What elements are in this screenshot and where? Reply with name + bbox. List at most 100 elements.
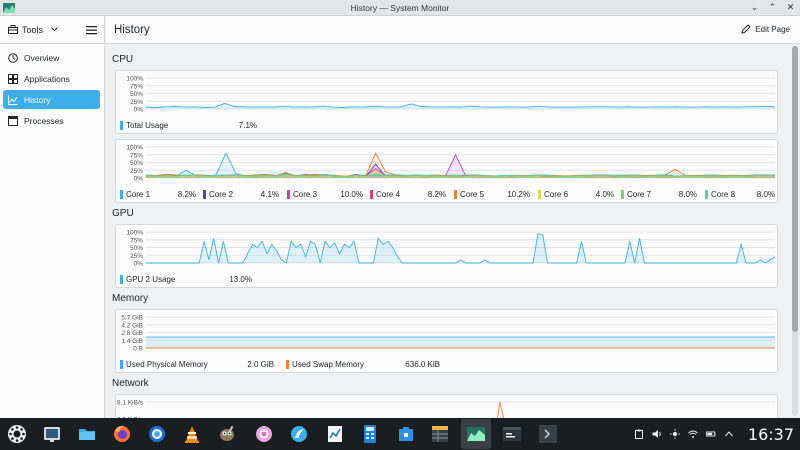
gimp-icon[interactable] <box>215 422 239 446</box>
gpu-chart: 100%75%50%25%0% <box>126 230 776 268</box>
cpu-total-chart: 100%75%50%25%0% <box>126 76 776 114</box>
legend-name: Core 6 <box>544 190 569 199</box>
krita-icon[interactable] <box>252 422 276 446</box>
sidebar-item-processes[interactable]: Processes <box>3 111 100 130</box>
file-manager-icon[interactable] <box>75 422 99 446</box>
legend-core-4: Core 4 8.2% <box>370 190 454 199</box>
konsole-icon[interactable] <box>500 422 524 446</box>
legend-name: Core 4 <box>376 190 401 199</box>
tick-label: 2.8 GiB <box>121 330 143 337</box>
legend-name: Core 1 <box>126 190 151 199</box>
vertical-scrollbar[interactable] <box>792 46 798 416</box>
scrollbar-thumb[interactable] <box>792 46 798 332</box>
tick-label: 0% <box>134 176 144 183</box>
legend-swatch <box>120 360 123 369</box>
section-title-cpu: CPU <box>112 54 134 65</box>
minimize-icon[interactable]: ⌄ <box>749 2 760 13</box>
legend-swatch <box>454 190 457 199</box>
legend-value: 4.0% <box>595 190 614 199</box>
thunderbird-icon[interactable] <box>145 422 169 446</box>
legend-name: Core 3 <box>293 190 318 199</box>
tick-label: 50% <box>130 160 143 167</box>
tick-label: 50% <box>130 91 143 98</box>
discover-icon[interactable] <box>287 422 311 446</box>
tick-label: 75% <box>130 237 143 244</box>
legend-value: 8.2% <box>177 190 196 199</box>
close-icon[interactable]: ✕ <box>785 2 796 13</box>
page-header: History Edit Page <box>106 16 800 44</box>
maximize-icon[interactable]: ⌃ <box>767 2 778 13</box>
series-used-physical-memory-area <box>146 337 775 348</box>
cpu-cores-card: 100% 75% 50% 25% 0% Core 1 8.2% Core 2 4.1% Co… <box>115 139 778 203</box>
overview-icon <box>8 52 18 63</box>
sidebar-item-applications[interactable]: Applications <box>3 69 100 88</box>
tools-label: Tools <box>22 24 44 35</box>
legend-name: Used Physical Memory <box>126 360 208 369</box>
legend-value: 13.0% <box>229 275 252 284</box>
legend-swatch <box>705 190 708 199</box>
tick-label: 75% <box>130 152 143 159</box>
terminal-icon[interactable] <box>536 422 560 446</box>
legend-name: Core 8 <box>711 190 736 199</box>
cpu-total-legend: Total Usage 7.1% <box>120 121 257 130</box>
tick-label: 0% <box>134 107 144 114</box>
spreadsheet-icon[interactable] <box>428 422 452 446</box>
system-settings-icon[interactable] <box>40 422 64 446</box>
sidebar-item-label: Applications <box>24 73 70 84</box>
section-title-gpu: GPU <box>112 208 134 219</box>
tick-label: 100% <box>126 145 143 152</box>
legend-swatch <box>370 190 373 199</box>
hamburger-menu-icon[interactable] <box>86 25 97 35</box>
tick-label: 5.7 GiB <box>121 315 143 322</box>
edit-page-button[interactable]: Edit Page <box>741 24 790 34</box>
vlc-icon[interactable] <box>180 422 204 446</box>
legend-swatch <box>286 360 289 369</box>
tick-label: 4.2 GiB <box>121 322 143 329</box>
battery-icon[interactable] <box>705 429 716 439</box>
system-tray: 16:37 <box>634 418 794 450</box>
taskbar: 16:37 <box>0 418 800 450</box>
legend-name: GPU 2 Usage <box>126 275 176 284</box>
legend-value: 8.0% <box>756 190 775 199</box>
sidebar-item-label: History <box>24 94 51 105</box>
tick-label: 0 B <box>133 346 143 353</box>
legend-value: 636.0 KiB <box>405 360 440 369</box>
legend-name: Core 7 <box>627 190 652 199</box>
legend-gpu-usage: GPU 2 Usage 13.0% <box>120 275 252 284</box>
legend-swatch <box>203 190 206 199</box>
document-viewer-icon[interactable] <box>323 422 347 446</box>
firefox-icon[interactable] <box>110 422 134 446</box>
history-content[interactable]: CPU 100% 75% 50% 25% 0% Total Usage 7.1% 100… <box>106 44 800 418</box>
legend-value: 7.1% <box>238 121 257 130</box>
clock[interactable]: 16:37 <box>748 425 794 444</box>
brightness-icon[interactable] <box>669 429 680 439</box>
package-manager-icon[interactable] <box>394 422 418 446</box>
system-monitor-icon[interactable] <box>464 422 488 446</box>
series-total-usage-line <box>145 102 776 108</box>
legend-core-3: Core 3 10.0% <box>287 190 370 199</box>
network-chart: 8.1 KiB/s6.0 KiB/s4.0 KiB/s <box>117 400 775 418</box>
tools-bar: Tools <box>0 16 105 44</box>
main-area: History Edit Page CPU 100% 75% 50% 25% 0% To… <box>106 16 800 418</box>
tools-menu-button[interactable]: Tools <box>8 25 58 35</box>
memory-card: 5.7 GiB 4.2 GiB 2.8 GiB 1.4 GiB 0 B Used Phy… <box>115 309 778 373</box>
volume-icon[interactable] <box>652 429 662 439</box>
cpu-total-card: 100% 75% 50% 25% 0% Total Usage 7.1% <box>115 70 778 134</box>
legend-swatch <box>621 190 624 199</box>
tick-label: 25% <box>130 99 143 106</box>
cpu-cores-legend: Core 1 8.2% Core 2 4.1% Core 3 10.0% Core 4… <box>120 190 777 199</box>
expand-tray-icon[interactable] <box>724 429 734 439</box>
clipboard-icon[interactable] <box>634 429 644 439</box>
sidebar: Tools Overview Applications History Proc… <box>0 16 105 418</box>
app-launcher-icon[interactable] <box>5 422 29 446</box>
sidebar-item-history[interactable]: History <box>3 90 100 109</box>
wifi-icon[interactable] <box>688 429 698 439</box>
page-title: History <box>114 23 150 36</box>
calculator-icon[interactable] <box>358 422 382 446</box>
legend-core-8: Core 8 8.0% <box>705 190 777 199</box>
sidebar-item-label: Overview <box>24 52 60 63</box>
series-gpu-2-usage-line <box>146 233 776 264</box>
sidebar-item-overview[interactable]: Overview <box>3 48 100 67</box>
memory-legend: Used Physical Memory 2.0 GiB Used Swap M… <box>120 360 440 369</box>
legend-core-1: Core 1 8.2% <box>120 190 203 199</box>
